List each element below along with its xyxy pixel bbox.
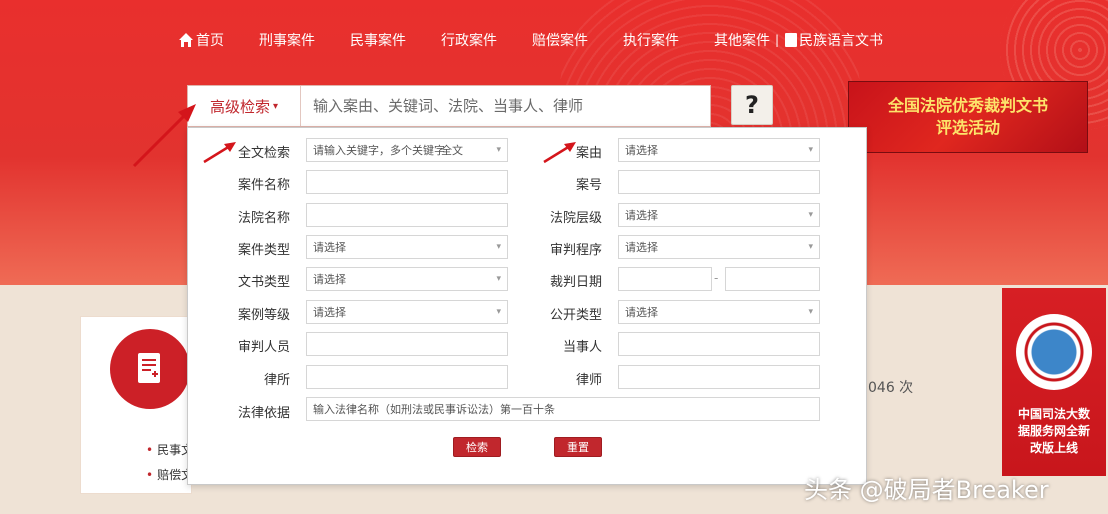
judge-date-label: 裁判日期 — [549, 275, 602, 290]
doc-type-select[interactable]: 请选择 ▾ — [306, 267, 508, 291]
case-no-label: 案号 — [575, 178, 602, 193]
case-type-label: 案件类型 — [237, 243, 290, 258]
court-name-input[interactable] — [306, 203, 508, 227]
party-input[interactable] — [618, 332, 820, 356]
chevron-down-icon: ▾ — [808, 307, 813, 317]
fulltext-input[interactable]: 请输入关键字，多个关键字 全文 ▾ — [306, 138, 508, 162]
case-level-value: 请选择 — [313, 306, 346, 319]
lawyer-label: 律师 — [575, 373, 602, 388]
chevron-down-icon: ▾ — [808, 242, 813, 252]
date-separator: - — [714, 271, 719, 285]
nav-minority-docs[interactable]: 民族语言文书 — [785, 30, 883, 50]
home-icon — [179, 33, 193, 47]
award-banner[interactable]: 全国法院优秀裁判文书 评选活动 — [848, 81, 1088, 153]
award-banner-text: 全国法院优秀裁判文书 评选活动 — [887, 96, 1048, 137]
court-level-label: 法院层级 — [549, 211, 602, 226]
chevron-down-icon: ▾ — [808, 145, 813, 155]
disclosure-label: 公开类型 — [549, 308, 602, 323]
judge-input[interactable] — [306, 332, 508, 356]
globe-logo-icon — [1016, 314, 1092, 390]
disclosure-select[interactable]: 请选择 ▾ — [618, 300, 820, 324]
law-firm-label: 律所 — [263, 373, 290, 388]
advanced-search-label: 高级检索 — [209, 97, 270, 116]
nav-execution[interactable]: 执行案件 — [623, 30, 679, 50]
case-name-input[interactable] — [306, 170, 508, 194]
legal-basis-input[interactable]: 输入法律名称（如刑法或民事诉讼法）第一百十条 — [306, 397, 820, 421]
bigdata-banner[interactable]: 中国司法大数 据服务网全新 改版上线 — [1002, 288, 1106, 476]
nav-separator: | — [775, 33, 780, 47]
date-to-input[interactable] — [725, 267, 820, 291]
document-circle-icon — [110, 329, 190, 409]
nav-compensation[interactable]: 赔偿案件 — [532, 30, 588, 50]
date-from-input[interactable] — [618, 267, 712, 291]
lawyer-input[interactable] — [618, 365, 820, 389]
fulltext-scope[interactable]: 全文 — [441, 142, 463, 158]
case-level-select[interactable]: 请选择 ▾ — [306, 300, 508, 324]
reset-button[interactable]: 重置 — [554, 437, 602, 457]
case-type-value: 请选择 — [313, 241, 346, 254]
case-level-label: 案例等级 — [237, 308, 290, 323]
nav-criminal[interactable]: 刑事案件 — [259, 30, 315, 50]
fulltext-value: 请输入关键字，多个关键字 — [313, 144, 445, 157]
case-type-select[interactable]: 请选择 ▾ — [306, 235, 508, 259]
chevron-down-icon: ▾ — [496, 307, 501, 317]
nav-other[interactable]: 其他案件 — [714, 30, 770, 50]
case-name-label: 案件名称 — [237, 178, 290, 193]
doc-type-label: 文书类型 — [237, 275, 290, 290]
nav-home[interactable]: 首页 — [178, 30, 224, 50]
party-label: 当事人 — [562, 340, 602, 355]
procedure-select[interactable]: 请选择 ▾ — [618, 235, 820, 259]
search-bar: 高级检索 ▾ — [187, 85, 711, 127]
law-firm-input[interactable] — [306, 365, 508, 389]
nav-home-label: 首页 — [196, 33, 224, 49]
court-level-value: 请选择 — [625, 209, 658, 222]
nav-minority-docs-label: 民族语言文书 — [799, 33, 884, 49]
watermark: 头条 @破局者Breaker — [804, 476, 1049, 504]
cause-select[interactable]: 请选择 ▾ — [618, 138, 820, 162]
chevron-down-icon: ▾ — [808, 210, 813, 220]
case-no-input[interactable] — [618, 170, 820, 194]
chevron-down-icon: ▾ — [496, 145, 501, 155]
nav-civil[interactable]: 民事案件 — [350, 30, 406, 50]
disclosure-value: 请选择 — [625, 306, 658, 319]
bigdata-banner-text: 中国司法大数 据服务网全新 改版上线 — [1017, 407, 1090, 455]
judge-label: 审判人员 — [237, 340, 290, 355]
document-icon — [785, 33, 798, 47]
cause-value: 请选择 — [625, 144, 658, 157]
procedure-value: 请选择 — [625, 241, 658, 254]
court-name-label: 法院名称 — [237, 211, 290, 226]
annotation-arrow-icon — [543, 142, 576, 164]
help-button[interactable]: ? — [731, 85, 773, 125]
legal-basis-label: 法律依据 — [237, 406, 290, 421]
procedure-label: 审判程序 — [549, 243, 602, 258]
advanced-search-panel: 全文检索 请输入关键字，多个关键字 全文 ▾ 案由 请选择 ▾ 案件名称 案号 … — [187, 127, 867, 485]
court-level-select[interactable]: 请选择 ▾ — [618, 203, 820, 227]
visit-count: 046 次 — [868, 380, 914, 396]
search-button[interactable]: 检索 — [453, 437, 501, 457]
nav-administrative[interactable]: 行政案件 — [441, 30, 497, 50]
search-input[interactable] — [301, 86, 710, 126]
advanced-search-button[interactable]: 高级检索 ▾ — [188, 86, 301, 126]
document-add-icon — [138, 353, 160, 383]
annotation-arrow-icon — [203, 142, 236, 164]
legal-basis-placeholder: 输入法律名称（如刑法或民事诉讼法）第一百十条 — [313, 403, 555, 416]
top-nav: 首页 刑事案件 民事案件 行政案件 赔偿案件 执行案件 其他案件 | 民族语言文… — [178, 29, 883, 51]
caret-down-icon: ▾ — [272, 100, 279, 112]
doc-type-value: 请选择 — [313, 273, 346, 286]
chevron-down-icon: ▾ — [496, 274, 501, 284]
chevron-down-icon: ▾ — [496, 242, 501, 252]
